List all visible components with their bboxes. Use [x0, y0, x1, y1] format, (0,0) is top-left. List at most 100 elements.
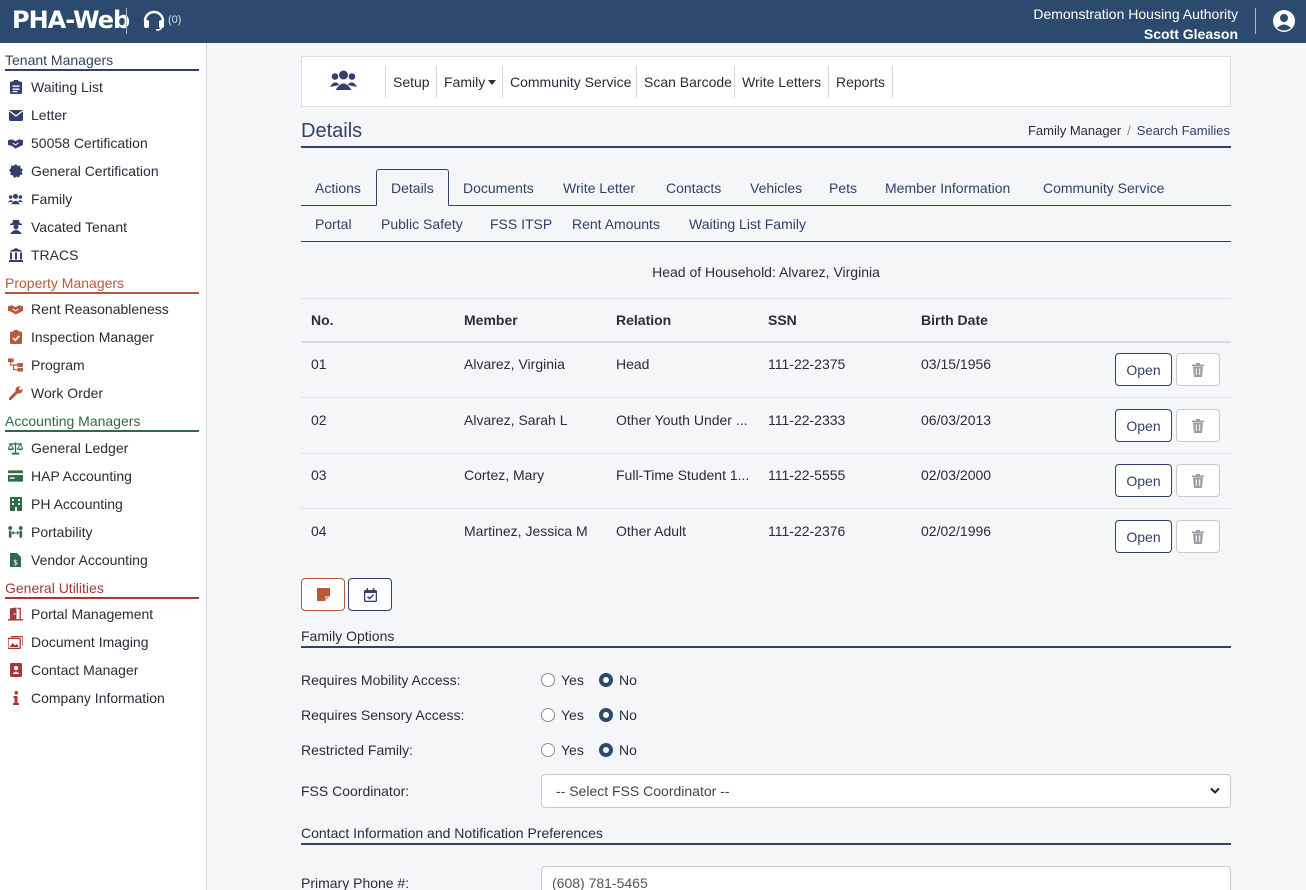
- tab-waiting-list-family[interactable]: Waiting List Family: [675, 206, 820, 242]
- sidebar-item-portability[interactable]: Portability: [8, 520, 92, 544]
- radio-label: Yes: [561, 742, 584, 758]
- mobility-access-no-radio[interactable]: No: [599, 672, 637, 688]
- column-header-ssn: SSN: [768, 312, 797, 328]
- sidebar-item-contact-manager[interactable]: Contact Manager: [8, 658, 138, 682]
- users-icon: [8, 192, 23, 207]
- mobility-access-yes-radio[interactable]: Yes: [541, 672, 584, 688]
- open-button[interactable]: Open: [1115, 520, 1172, 553]
- user-secret-icon: [8, 220, 23, 235]
- calendar-button[interactable]: [348, 578, 392, 611]
- sidebar-item-document-imaging[interactable]: Document Imaging: [8, 630, 149, 654]
- sidebar-item-label: Rent Reasonableness: [31, 301, 169, 317]
- cell-birth-date: 02/02/1996: [921, 523, 992, 539]
- sensory-access-no-radio[interactable]: No: [599, 707, 637, 723]
- toolbar-setup[interactable]: Setup: [385, 66, 437, 98]
- tab-community-service[interactable]: Community Service: [1029, 170, 1178, 206]
- tab-pets[interactable]: Pets: [815, 170, 871, 206]
- family-options-divider: [301, 646, 1231, 648]
- primary-phone-input[interactable]: (608) 781-5465: [541, 866, 1231, 890]
- toolbar-scan-barcode[interactable]: Scan Barcode: [636, 66, 739, 98]
- cell-ssn: 111-22-5555: [768, 467, 846, 483]
- table-top-border: [301, 298, 1231, 299]
- sidebar-item-ph-accounting[interactable]: PH Accounting: [8, 492, 123, 516]
- restricted-family-yes-radio[interactable]: Yes: [541, 742, 584, 758]
- cell-birth-date: 02/03/2000: [921, 467, 992, 483]
- envelope-icon: [8, 108, 23, 123]
- certificate-icon: [8, 164, 23, 179]
- sidebar-item-general-certification[interactable]: General Certification: [8, 159, 159, 183]
- breadcrumb-search-families[interactable]: Search Families: [1137, 123, 1230, 138]
- fss-coordinator-select[interactable]: -- Select FSS Coordinator --: [541, 774, 1231, 808]
- tab-rent-amounts[interactable]: Rent Amounts: [558, 206, 674, 242]
- radio-circle-selected: [599, 708, 613, 722]
- sidebar-item-program[interactable]: Program: [8, 353, 85, 377]
- tab-documents[interactable]: Documents: [449, 170, 548, 206]
- delete-button[interactable]: [1176, 353, 1220, 386]
- sidebar-item-label: HAP Accounting: [31, 468, 132, 484]
- sensory-access-yes-radio[interactable]: Yes: [541, 707, 584, 723]
- sidebar-item-portal-management[interactable]: Portal Management: [8, 602, 153, 626]
- sidebar-item-general-ledger[interactable]: General Ledger: [8, 436, 128, 460]
- cell-no: 01: [311, 356, 327, 372]
- user-circle-icon[interactable]: [1272, 9, 1296, 33]
- sidebar-item-work-order[interactable]: Work Order: [8, 381, 103, 405]
- user-name: Scott Gleason: [1143, 26, 1238, 42]
- sidebar-item-tracs[interactable]: TRACS: [8, 243, 78, 267]
- cell-birth-date: 03/15/1956: [921, 356, 992, 372]
- radio-label: No: [619, 742, 637, 758]
- clipboard-list-icon: [8, 80, 23, 95]
- tab-fss-itsp[interactable]: FSS ITSP: [476, 206, 566, 242]
- sidebar-item-company-information[interactable]: Company Information: [8, 686, 165, 710]
- toolbar-reports[interactable]: Reports: [828, 66, 894, 98]
- tab-member-information[interactable]: Member Information: [871, 170, 1024, 206]
- sidebar-item-vacated-tenant[interactable]: Vacated Tenant: [8, 215, 127, 239]
- breadcrumb-family-manager[interactable]: Family Manager: [1028, 123, 1121, 138]
- toolbar-community-service[interactable]: Community Service: [502, 66, 638, 98]
- toolbar-family-dropdown[interactable]: Family: [436, 66, 503, 98]
- wrench-icon: [8, 386, 23, 401]
- open-button[interactable]: Open: [1115, 464, 1172, 497]
- sidebar-item-waiting-list[interactable]: Waiting List: [8, 75, 103, 99]
- section-general-utilities: General Utilities: [5, 580, 199, 599]
- tab-write-letter[interactable]: Write Letter: [549, 170, 649, 206]
- sidebar-item-label: Work Order: [31, 385, 104, 401]
- tab-vehicles[interactable]: Vehicles: [736, 170, 816, 206]
- sidebar-item-inspection-manager[interactable]: Inspection Manager: [8, 325, 154, 349]
- app-logo[interactable]: PHA-Web: [12, 6, 130, 34]
- people-arrows-icon: [8, 525, 23, 540]
- sidebar-item-letter[interactable]: Letter: [8, 103, 67, 127]
- family-options-title: Family Options: [301, 628, 395, 644]
- tab-contacts[interactable]: Contacts: [652, 170, 735, 206]
- column-header-relation: Relation: [616, 312, 672, 328]
- tab-portal[interactable]: Portal: [301, 206, 366, 242]
- sidebar-item-rent-reasonableness[interactable]: Rent Reasonableness: [8, 297, 169, 321]
- primary-phone-label: Primary Phone #:: [301, 875, 410, 890]
- restricted-family-no-radio[interactable]: No: [599, 742, 637, 758]
- open-button[interactable]: Open: [1115, 353, 1172, 386]
- info-icon: [8, 691, 23, 706]
- delete-button[interactable]: [1176, 409, 1220, 442]
- sidebar-item-50058-certification[interactable]: 50058 Certification: [8, 131, 148, 155]
- open-button[interactable]: Open: [1115, 409, 1172, 442]
- toolbar-write-letters[interactable]: Write Letters: [734, 66, 828, 98]
- sidebar-item-vendor-accounting[interactable]: $ Vendor Accounting: [8, 548, 148, 572]
- delete-button[interactable]: [1176, 464, 1220, 497]
- contact-info-title: Contact Information and Notification Pre…: [301, 825, 603, 841]
- sidebar-item-family[interactable]: Family: [8, 187, 72, 211]
- tab-public-safety[interactable]: Public Safety: [367, 206, 477, 242]
- section-accounting-managers: Accounting Managers: [5, 413, 199, 432]
- sidebar-item-label: Company Information: [31, 690, 165, 706]
- radio-label: No: [619, 672, 637, 688]
- tab-details[interactable]: Details: [376, 169, 449, 206]
- contact-info-divider: [301, 843, 1231, 845]
- support-button[interactable]: (0): [142, 9, 181, 31]
- users-icon[interactable]: [330, 70, 357, 90]
- delete-button[interactable]: [1176, 520, 1220, 553]
- tab-actions[interactable]: Actions: [301, 170, 375, 206]
- sidebar-item-hap-accounting[interactable]: HAP Accounting: [8, 464, 132, 488]
- row-divider: [301, 397, 1231, 398]
- sidebar-item-label: Family: [31, 191, 73, 207]
- family-toolbar: Setup Family Community Service Scan Barc…: [301, 56, 1231, 107]
- add-note-button[interactable]: [301, 578, 345, 611]
- sticky-note-icon: [316, 588, 330, 601]
